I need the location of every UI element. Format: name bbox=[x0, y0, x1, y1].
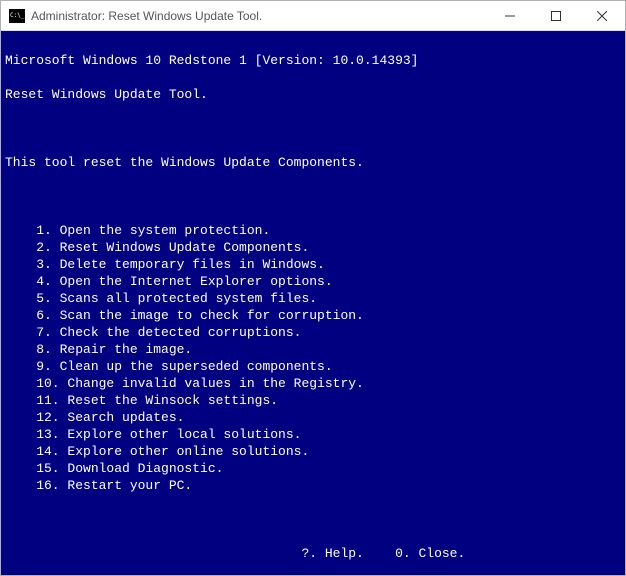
menu-item-13: 13. Explore other local solutions. bbox=[5, 426, 621, 443]
menu-item-9: 9. Clean up the superseded components. bbox=[5, 358, 621, 375]
close-button[interactable] bbox=[579, 1, 625, 30]
menu-item-1: 1. Open the system protection. bbox=[5, 222, 621, 239]
footer-options: ?. Help. 0. Close. bbox=[5, 545, 621, 562]
header-line-1: Microsoft Windows 10 Redstone 1 [Version… bbox=[5, 52, 621, 69]
menu-item-5: 5. Scans all protected system files. bbox=[5, 290, 621, 307]
minimize-button[interactable] bbox=[487, 1, 533, 30]
blank-line bbox=[5, 511, 621, 528]
menu-item-12: 12. Search updates. bbox=[5, 409, 621, 426]
menu-item-2: 2. Reset Windows Update Components. bbox=[5, 239, 621, 256]
app-window: Administrator: Reset Windows Update Tool… bbox=[0, 0, 626, 576]
blank-line bbox=[5, 188, 621, 205]
window-title: Administrator: Reset Windows Update Tool… bbox=[31, 9, 487, 23]
minimize-icon bbox=[505, 11, 515, 21]
description-line: This tool reset the Windows Update Compo… bbox=[5, 154, 621, 171]
menu-item-4: 4. Open the Internet Explorer options. bbox=[5, 273, 621, 290]
titlebar: Administrator: Reset Windows Update Tool… bbox=[1, 1, 625, 31]
window-controls bbox=[487, 1, 625, 30]
menu-item-14: 14. Explore other online solutions. bbox=[5, 443, 621, 460]
menu-item-16: 16. Restart your PC. bbox=[5, 477, 621, 494]
close-icon bbox=[597, 11, 607, 21]
header-line-2: Reset Windows Update Tool. bbox=[5, 86, 621, 103]
menu-item-10: 10. Change invalid values in the Registr… bbox=[5, 375, 621, 392]
menu-item-11: 11. Reset the Winsock settings. bbox=[5, 392, 621, 409]
menu-item-8: 8. Repair the image. bbox=[5, 341, 621, 358]
menu-item-7: 7. Check the detected corruptions. bbox=[5, 324, 621, 341]
menu-item-6: 6. Scan the image to check for corruptio… bbox=[5, 307, 621, 324]
menu-list: 1. Open the system protection. 2. Reset … bbox=[5, 222, 621, 494]
maximize-button[interactable] bbox=[533, 1, 579, 30]
cmd-icon bbox=[9, 9, 25, 23]
menu-item-3: 3. Delete temporary files in Windows. bbox=[5, 256, 621, 273]
menu-item-15: 15. Download Diagnostic. bbox=[5, 460, 621, 477]
maximize-icon bbox=[551, 11, 561, 21]
console-area[interactable]: Microsoft Windows 10 Redstone 1 [Version… bbox=[1, 31, 625, 575]
blank-line bbox=[5, 120, 621, 137]
